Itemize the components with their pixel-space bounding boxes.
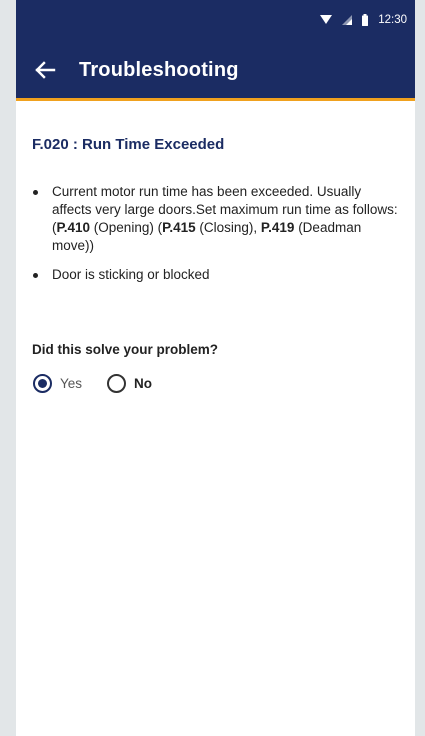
radio-unselected-icon[interactable] (107, 374, 127, 393)
status-bar: 12:30 (16, 0, 415, 42)
list-item: Door is sticking or blocked (32, 266, 399, 284)
feedback-question: Did this solve your problem? (32, 342, 219, 357)
main-content: F.020 : Run Time Exceeded Current motor … (16, 136, 415, 393)
feedback-radio-group: Yes No (32, 374, 399, 393)
parameter-code: P.415 (162, 220, 196, 235)
radio-selected-icon[interactable] (33, 374, 52, 393)
cause-list: Current motor run time has been exceeded… (32, 183, 399, 284)
wifi-icon (320, 15, 333, 25)
phone-screen: 12:30 Troubleshooting F.020 : Run Time E… (16, 0, 415, 736)
radio-no[interactable]: No (107, 374, 152, 393)
page-title: Troubleshooting (79, 58, 239, 81)
fault-title: F.020 : Run Time Exceeded (32, 136, 225, 153)
radio-yes-label: Yes (60, 376, 83, 391)
cause-text: (Opening) ( (90, 220, 163, 235)
radio-no-label: No (134, 376, 153, 391)
status-icons: 12:30 (320, 14, 407, 26)
signal-icon (342, 15, 353, 25)
parameter-code: P.419 (260, 220, 295, 235)
parameter-code: P.410 (56, 220, 91, 235)
app-bar: Troubleshooting (16, 42, 415, 101)
cause-text: Door is sticking or blocked (52, 267, 210, 282)
status-time: 12:30 (378, 14, 407, 26)
list-item: Current motor run time has been exceeded… (32, 183, 399, 255)
cause-text: (Closing), (195, 220, 261, 235)
radio-yes[interactable]: Yes (33, 374, 82, 393)
back-arrow-icon[interactable] (34, 59, 56, 81)
battery-icon (362, 14, 369, 26)
